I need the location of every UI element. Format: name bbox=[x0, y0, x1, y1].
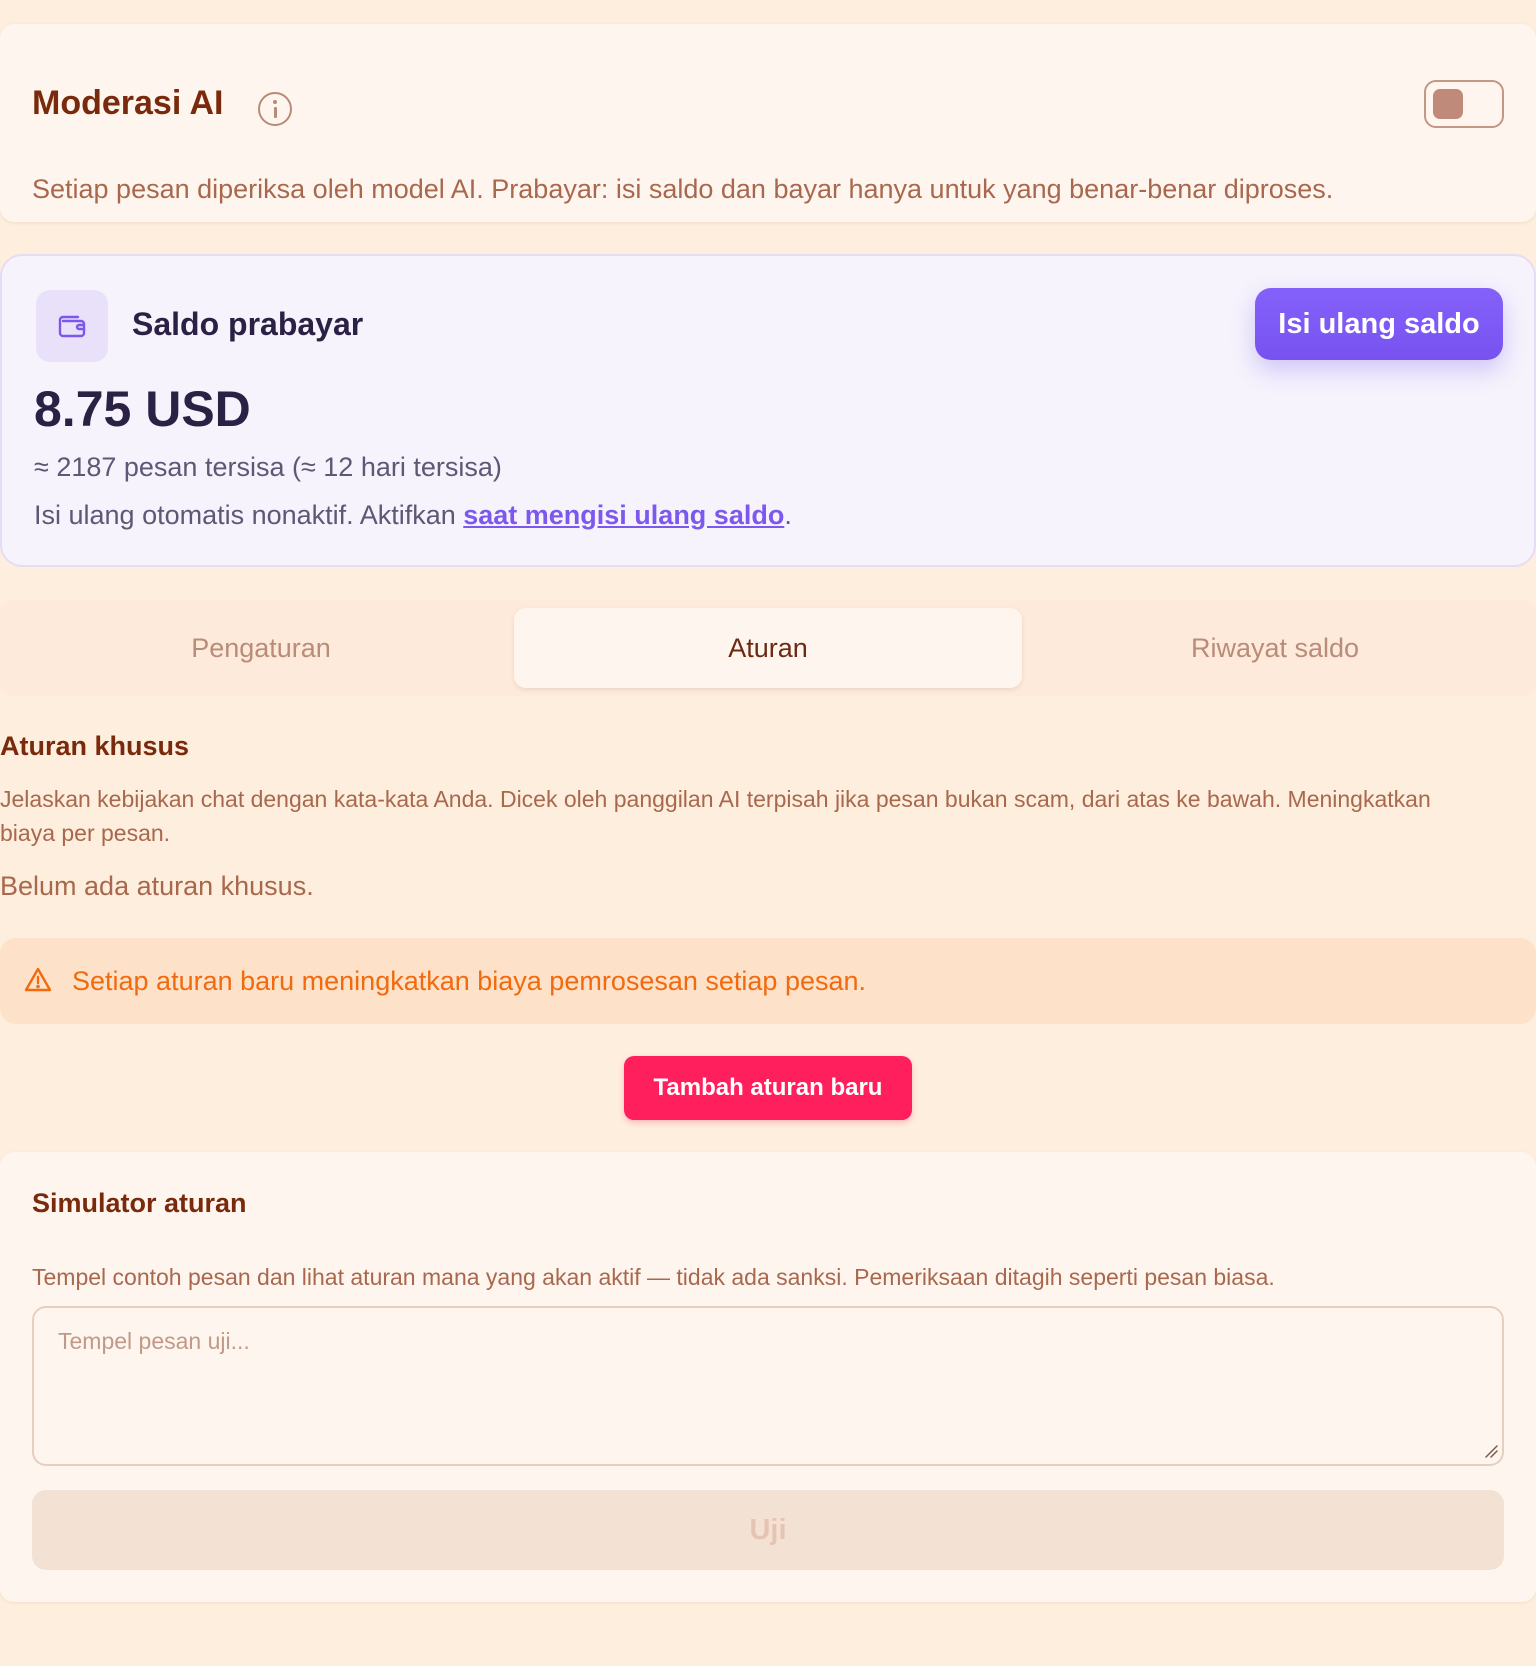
warning-text: Setiap aturan baru meningkatkan biaya pe… bbox=[72, 966, 867, 996]
custom-rules-title: Aturan khusus bbox=[0, 731, 190, 761]
auto-topup-suffix: . bbox=[784, 500, 792, 530]
test-message-input[interactable] bbox=[32, 1306, 1504, 1466]
add-rule-button[interactable]: Tambah aturan baru bbox=[624, 1056, 912, 1120]
topup-balance-button[interactable]: Isi ulang saldo bbox=[1255, 288, 1503, 360]
warning-triangle-icon bbox=[24, 967, 52, 992]
balance-label: Saldo prabayar bbox=[132, 306, 364, 342]
balance-estimate: ≈ 2187 pesan tersisa (≈ 12 hari tersisa) bbox=[34, 452, 502, 482]
balance-amount: 8.75 USD bbox=[34, 381, 251, 437]
wallet-tile bbox=[36, 290, 108, 362]
moderation-toggle[interactable] bbox=[1424, 80, 1504, 128]
page: Moderasi AI Setiap pesan diperiksa oleh … bbox=[0, 0, 1536, 1666]
auto-topup-prefix: Isi ulang otomatis nonaktif. Aktifkan bbox=[34, 500, 464, 530]
page-description: Setiap pesan diperiksa oleh model AI. Pr… bbox=[32, 174, 1334, 204]
info-icon[interactable] bbox=[258, 92, 292, 126]
tab-balance-history[interactable]: Riwayat saldo bbox=[1022, 608, 1528, 688]
rules-empty-state: Belum ada aturan khusus. bbox=[0, 871, 314, 901]
simulator-title: Simulator aturan bbox=[32, 1188, 247, 1218]
cost-warning-banner: Setiap aturan baru meningkatkan biaya pe… bbox=[0, 938, 1536, 1024]
auto-topup-status: Isi ulang otomatis nonaktif. Aktifkan sa… bbox=[34, 500, 792, 531]
tab-rules[interactable]: Aturan bbox=[514, 608, 1022, 688]
page-title: Moderasi AI bbox=[32, 84, 224, 122]
test-button[interactable]: Uji bbox=[32, 1490, 1504, 1570]
tab-bar: Pengaturan Aturan Riwayat saldo bbox=[0, 600, 1536, 696]
simulator-description: Tempel contoh pesan dan lihat aturan man… bbox=[32, 1264, 1275, 1290]
auto-topup-link[interactable]: saat mengisi ulang saldo bbox=[463, 500, 784, 530]
custom-rules-description: Jelaskan kebijakan chat dengan kata-kata… bbox=[0, 786, 1431, 846]
moderation-header-card: Moderasi AI Setiap pesan diperiksa oleh … bbox=[0, 24, 1536, 222]
rule-simulator-card: Simulator aturan Tempel contoh pesan dan… bbox=[0, 1152, 1536, 1602]
prepaid-balance-card: Saldo prabayar Isi ulang saldo 8.75 USD … bbox=[0, 254, 1536, 567]
resize-grip-icon[interactable] bbox=[1484, 1444, 1498, 1458]
wallet-icon bbox=[58, 315, 86, 338]
tab-settings[interactable]: Pengaturan bbox=[8, 608, 514, 688]
toggle-knob bbox=[1433, 89, 1463, 119]
